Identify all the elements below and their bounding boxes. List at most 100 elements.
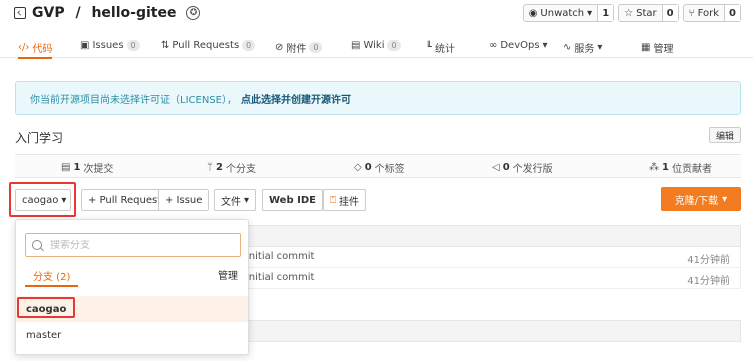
branch-search-input[interactable] [50, 239, 230, 251]
chevron-down-icon: ▾ [597, 42, 603, 53]
bookmark-icon: ⍞ [330, 194, 336, 206]
commit-message[interactable]: initial commit [246, 251, 314, 262]
stat-branches[interactable]: ᛘ 2 个分支 [207, 160, 256, 175]
contributor-label: 位贡献者 [671, 164, 712, 175]
release-icon: ◁ [492, 162, 500, 173]
search-icon [32, 240, 42, 250]
star-button[interactable]: ☆ Star 0 [618, 4, 679, 22]
fork-count[interactable]: 0 [724, 5, 740, 21]
widget-label: 挂件 [339, 196, 359, 208]
license-notice-link[interactable]: 点此选择并创建开源许可 [241, 91, 351, 106]
tab-attachments-count: 0 [309, 42, 323, 53]
new-issue-button[interactable]: + Issue [158, 189, 210, 211]
tab-service[interactable]: ∿ 服务 ▾ [563, 40, 602, 55]
watch-button[interactable]: ◉ Unwatch ▾ 1 [522, 4, 615, 22]
contributor-count: 1 [662, 162, 669, 173]
tab-issues-label: Issues [92, 40, 124, 51]
tab-issues-count: 0 [126, 40, 140, 51]
branch-search-box[interactable] [25, 233, 241, 257]
stat-commits[interactable]: ▤ 1 次提交 [61, 160, 113, 175]
stat-tags[interactable]: ◇ 0 个标签 [354, 160, 405, 175]
tab-issues[interactable]: ▣ Issues 0 [80, 40, 140, 51]
tab-active-indicator [25, 285, 78, 287]
branch-label: 个分支 [225, 164, 256, 175]
fork-button[interactable]: ⑂ Fork 0 [682, 4, 741, 22]
watch-count[interactable]: 1 [597, 5, 614, 21]
stat-contributors[interactable]: ⁂ 1 位贡献者 [649, 160, 712, 175]
highlight-box-branch-select [9, 182, 76, 217]
star-icon: ☆ [624, 7, 634, 19]
widget-button[interactable]: ⍞ 挂件 [323, 189, 366, 211]
tab-manage-label: 管理 [653, 44, 674, 55]
commit-label: 次提交 [83, 164, 114, 175]
fork-icon: ⑂ [688, 7, 695, 19]
clone-download-button[interactable]: 克隆/下载 ▾ [661, 187, 741, 211]
chevron-down-icon: ▾ [587, 7, 593, 19]
tab-service-label: 服务 [574, 44, 595, 55]
tab-manage[interactable]: ▦ 管理 [641, 40, 673, 55]
repo-nav: ‹/› 代码 ▣ Issues 0 ⇅ Pull Requests 0 ⊘ 附件 0 ▤ Wik… [0, 36, 753, 59]
medal-icon[interactable]: ✪ [186, 6, 201, 20]
clone-label: 克隆/下载 [674, 195, 719, 207]
tag-label: 个标签 [374, 164, 405, 175]
repo-name[interactable]: hello-gitee [91, 5, 176, 21]
tab-code[interactable]: ‹/› 代码 [18, 40, 53, 59]
pulse-icon: ∿ [563, 42, 572, 53]
tab-stats[interactable]: ╙ 统计 [426, 40, 455, 55]
highlight-box-branch-caogao [17, 297, 75, 318]
chart-icon: ╙ [426, 42, 433, 53]
new-pull-request-button[interactable]: + Pull Request [81, 189, 169, 211]
tab-devops[interactable]: ∞ DevOps ▾ [489, 40, 548, 51]
stat-releases[interactable]: ◁ 0 个发行版 [492, 160, 553, 175]
commit-time: 41分钟前 [687, 255, 730, 266]
pull-request-icon: ⇅ [161, 40, 170, 51]
tag-count: 0 [364, 162, 372, 173]
tab-branches[interactable]: 分支 (2) [33, 268, 70, 283]
commit-time: 41分钟前 [687, 276, 730, 287]
branch-count: 2 [216, 162, 223, 173]
repo-actions: ◉ Unwatch ▾ 1 ☆ Star 0 ⑂ Fork 0 [522, 4, 741, 22]
branch-dropdown: 分支 (2) 管理 caogao master [15, 219, 249, 355]
repo-owner[interactable]: GVP [32, 5, 65, 21]
tag-icon: ◇ [354, 162, 362, 173]
commit-message[interactable]: initial commit [246, 272, 314, 283]
repo-stats: ▤ 1 次提交 ᛘ 2 个分支 ◇ 0 个标签 ◁ 0 个发行版 ⁂ 1 位贡献者 [15, 154, 741, 178]
file-menu-button[interactable]: 文件 ▾ [214, 189, 257, 211]
license-notice: 你当前开源项目尚未选择许可证（LICENSE）， 点此选择并创建开源许可 [15, 81, 741, 115]
tab-wiki-label: Wiki [363, 40, 385, 51]
branch-item-master[interactable]: master [16, 322, 248, 348]
web-ide-button[interactable]: Web IDE [262, 189, 323, 211]
paperclip-icon: ⊘ [275, 42, 284, 53]
watch-label: Unwatch [540, 7, 585, 19]
fork-label: Fork [697, 7, 720, 19]
branch-icon: ᛘ [207, 162, 213, 173]
tab-devops-label: DevOps [500, 40, 540, 51]
repo-header: GVP / hello-gitee ✪ [14, 4, 201, 22]
tab-code-label: 代码 [32, 44, 53, 55]
star-label: Star [636, 7, 657, 19]
commit-count: 1 [73, 162, 81, 173]
tab-wiki-count: 0 [387, 40, 401, 51]
commit-icon: ▤ [61, 162, 71, 173]
tab-attachments-label: 附件 [286, 44, 307, 55]
issues-icon: ▣ [80, 40, 90, 51]
repo-description: 入门学习 [15, 131, 64, 145]
star-count[interactable]: 0 [661, 5, 678, 21]
edit-button[interactable]: 编辑 [708, 127, 741, 143]
infinity-icon: ∞ [489, 40, 498, 51]
wiki-icon: ▤ [351, 40, 361, 51]
settings-icon: ▦ [641, 42, 651, 53]
chevron-down-icon: ▾ [244, 194, 250, 206]
repo-icon [14, 7, 26, 19]
eye-icon: ◉ [528, 7, 538, 19]
tab-stats-label: 统计 [435, 44, 456, 55]
chevron-down-icon: ▾ [722, 193, 728, 205]
code-icon: ‹/› [18, 42, 30, 53]
manage-branches-link[interactable]: 管理 [218, 267, 238, 282]
contributors-icon: ⁂ [649, 162, 659, 173]
tab-wiki[interactable]: ▤ Wiki 0 [351, 40, 401, 51]
release-count: 0 [502, 162, 510, 173]
tab-pull-requests[interactable]: ⇅ Pull Requests 0 [161, 40, 256, 51]
chevron-down-icon: ▾ [542, 40, 548, 51]
tab-attachments[interactable]: ⊘ 附件 0 [275, 40, 323, 55]
